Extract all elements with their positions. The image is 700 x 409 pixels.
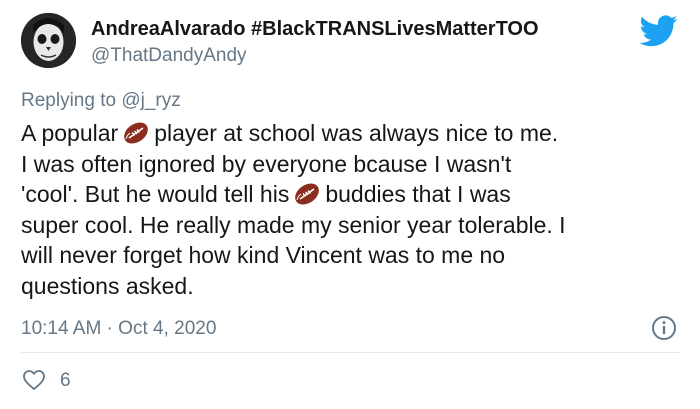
user-handle[interactable]: @ThatDandyAndy xyxy=(91,45,247,67)
display-name[interactable]: AndreaAlvarado #BlackTRANSLivesMatterTOO xyxy=(91,18,539,41)
replying-to: Replying to @j_ryz xyxy=(21,90,181,112)
tweet-timestamp[interactable]: 10:14 AM · Oct 4, 2020 xyxy=(21,318,216,340)
skull-face-avatar-icon xyxy=(21,13,76,68)
reply-mention-link[interactable]: @j_ryz xyxy=(121,90,180,111)
body-line-2: I was often ignored by everyone bcause I… xyxy=(21,150,512,177)
like-count: 6 xyxy=(60,370,71,391)
body-line-4: super cool. He really made my senior yea… xyxy=(21,211,566,238)
tweet-card: AndreaAlvarado #BlackTRANSLivesMatterTOO… xyxy=(0,0,700,409)
tweet-body: A popular player at school was always ni… xyxy=(21,118,691,301)
heart-icon[interactable] xyxy=(22,368,46,392)
american-football-emoji-icon xyxy=(295,183,320,205)
body-text-segment: buddies that I was xyxy=(325,181,511,207)
body-text-segment: player at school was always nice to me. xyxy=(154,120,559,146)
body-line-6: questions asked. xyxy=(21,272,194,299)
body-text-segment: A popular xyxy=(21,120,119,146)
replying-to-prefix: Replying to xyxy=(21,90,122,111)
body-line-3: 'cool'. But he would tell his buddies th… xyxy=(21,179,691,210)
divider xyxy=(21,352,679,353)
twitter-bird-icon[interactable] xyxy=(640,15,678,47)
body-line-5: will never forget how kind Vincent was t… xyxy=(21,242,506,268)
avatar[interactable] xyxy=(21,13,76,68)
american-football-emoji-icon xyxy=(124,122,149,144)
info-icon[interactable] xyxy=(651,315,677,341)
body-text-segment: 'cool'. But he would tell his xyxy=(21,181,290,207)
body-line-1: A popular player at school was always ni… xyxy=(21,118,691,149)
